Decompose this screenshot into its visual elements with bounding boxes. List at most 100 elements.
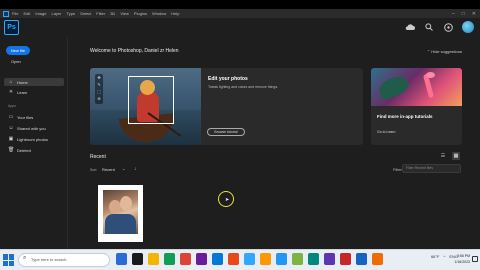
sidebar-item-learn[interactable]: ☀ Learn <box>4 88 64 96</box>
cloud-icon[interactable] <box>405 22 415 32</box>
menu-view[interactable]: View <box>120 9 129 18</box>
sidebar-item-your-files[interactable]: ▭ Your files <box>4 113 64 121</box>
menu-file[interactable]: File <box>12 9 18 18</box>
learn-icon: ☀ <box>8 89 14 95</box>
face <box>120 196 132 211</box>
cursor-icon: ➤ <box>225 197 230 203</box>
menu-window[interactable]: Window <box>152 9 166 18</box>
card-title: Edit your photos <box>208 76 248 82</box>
card-description: Tweak lighting and colors and remove thi… <box>208 85 279 89</box>
sidebar-item-label: Deleted <box>17 147 31 153</box>
sort-dropdown[interactable]: Recent <box>102 167 115 172</box>
tutorials-card[interactable]: Find more in-app tutorials Go to Learn <box>371 68 462 145</box>
page-title: Welcome to Photoshop, Daniel zr Helen <box>90 48 179 54</box>
taskbar-app-icon[interactable] <box>132 253 143 265</box>
taskbar-app-icon[interactable] <box>180 253 191 265</box>
sidebar-item-label: Lightroom photos <box>17 136 48 142</box>
edit-photos-card[interactable]: ✥ ✎ ⬚ ⊕ Edit your photos Tweak lighting … <box>90 68 363 145</box>
home-icon: ⌂ <box>9 79 13 85</box>
open-button[interactable]: Open <box>11 59 21 64</box>
taskbar-app-icon[interactable] <box>308 253 319 265</box>
menu-select[interactable]: Select <box>80 9 91 18</box>
taskbar-app-icon[interactable] <box>212 253 223 265</box>
folder-icon: ▭ <box>8 114 14 120</box>
tutorials-title: Find more in-app tutorials <box>377 114 433 119</box>
windows-start-icon[interactable] <box>3 254 15 266</box>
recent-file-thumbnail[interactable] <box>98 185 143 242</box>
menu-layer[interactable]: Layer <box>51 9 61 18</box>
sidebar-item-lightroom[interactable]: ▣ Lightroom photos <box>4 135 64 143</box>
filter-label: Filter <box>393 167 402 172</box>
tool-strip: ✥ ✎ ⬚ ⊕ <box>95 74 103 104</box>
sidebar-item-label: Home <box>17 79 28 85</box>
menu-image[interactable]: Image <box>35 9 46 18</box>
brush-tool-icon: ✎ <box>97 82 101 87</box>
menu-edit[interactable]: Edit <box>23 9 30 18</box>
sidebar-section-label: Apps <box>8 104 16 108</box>
go-to-learn-link[interactable]: Go to Learn <box>377 130 395 134</box>
taskbar-search-input[interactable]: Type here to search <box>18 253 110 267</box>
taskbar-app-icon[interactable] <box>148 253 159 265</box>
taskbar-app-icon[interactable] <box>372 253 383 265</box>
app-bar-icons <box>405 21 474 33</box>
flamingo-photo <box>371 68 462 106</box>
weather-text[interactable]: 66°F <box>431 254 440 259</box>
sidebar-item-label: Shared with you <box>17 125 46 131</box>
taskbar-app-icon[interactable] <box>292 253 303 265</box>
avatar[interactable] <box>462 21 474 33</box>
taskbar-app-icon[interactable] <box>260 253 271 265</box>
select-tool-icon: ⬚ <box>97 89 101 94</box>
taskbar-app-icon[interactable] <box>244 253 255 265</box>
taskbar-app-icon[interactable] <box>116 253 127 265</box>
sidebar-item-home[interactable]: ⌂ Home <box>4 78 64 86</box>
filter-input[interactable]: Filter Recent files <box>402 164 461 173</box>
chevron-down-icon[interactable]: ⌄ <box>122 166 125 171</box>
sidebar: New file Open ⌂ Home ☀ Learn Apps ▭ Your… <box>0 37 68 249</box>
apps-icon[interactable] <box>443 22 453 32</box>
menu-help[interactable]: Help <box>171 9 179 18</box>
taskbar-app-icon[interactable] <box>356 253 367 265</box>
minimize-button[interactable]: – <box>452 11 455 17</box>
sort-direction-icon[interactable]: ↓ <box>134 166 137 172</box>
people-icon: ☺ <box>8 125 14 131</box>
browse-tutorial-button[interactable]: Browse tutorial <box>207 128 245 136</box>
search-icon[interactable] <box>424 22 434 32</box>
maximize-button[interactable]: □ <box>462 11 465 17</box>
leaf <box>376 73 412 101</box>
shirt <box>105 214 136 234</box>
selection-box <box>128 76 174 124</box>
recent-heading: Recent <box>90 154 106 160</box>
clock[interactable]: 3:56 PM 1/16/2023 <box>454 253 470 265</box>
lightroom-icon: ▣ <box>8 136 14 142</box>
taskbar-app-icon[interactable] <box>340 253 351 265</box>
move-tool-icon: ✥ <box>97 75 101 80</box>
close-button[interactable]: ✕ <box>472 11 476 17</box>
kayak-photo: ✥ ✎ ⬚ ⊕ <box>90 68 201 145</box>
list-view-icon[interactable]: ☰ <box>439 152 447 160</box>
menu-type[interactable]: Type <box>67 9 76 18</box>
sidebar-item-label: Your files <box>17 114 34 120</box>
sort-label: Sort <box>90 168 97 172</box>
ps-menu-icon[interactable] <box>3 10 9 17</box>
hide-suggestions-button[interactable]: ⌃ Hide suggestions <box>427 49 462 54</box>
menu-3d[interactable]: 3D <box>110 9 115 18</box>
notification-icon[interactable] <box>472 256 478 262</box>
menu-plugins[interactable]: Plugins <box>134 9 147 18</box>
taskbar-app-icon[interactable] <box>324 253 335 265</box>
search-icon: ⌕ <box>23 255 27 261</box>
taskbar-apps <box>116 253 383 265</box>
tray-expand-icon[interactable]: ^ <box>443 254 445 259</box>
sidebar-item-deleted[interactable]: 🗑 Deleted <box>4 146 64 154</box>
grid-view-icon[interactable]: ▦ <box>452 152 460 160</box>
couple-photo <box>103 190 138 234</box>
taskbar-app-icon[interactable] <box>164 253 175 265</box>
sidebar-item-shared[interactable]: ☺ Shared with you <box>4 124 64 132</box>
taskbar-app-icon[interactable] <box>276 253 287 265</box>
menu-filter[interactable]: Filter <box>96 9 105 18</box>
sidebar-item-label: Learn <box>17 89 28 95</box>
taskbar-app-icon[interactable] <box>196 253 207 265</box>
photoshop-logo[interactable]: Ps <box>4 20 19 35</box>
taskbar: Type here to search ⌕ 66°F ^ ENG 3:56 PM… <box>0 249 480 270</box>
new-file-button[interactable]: New file <box>6 46 30 55</box>
taskbar-app-icon[interactable] <box>228 253 239 265</box>
